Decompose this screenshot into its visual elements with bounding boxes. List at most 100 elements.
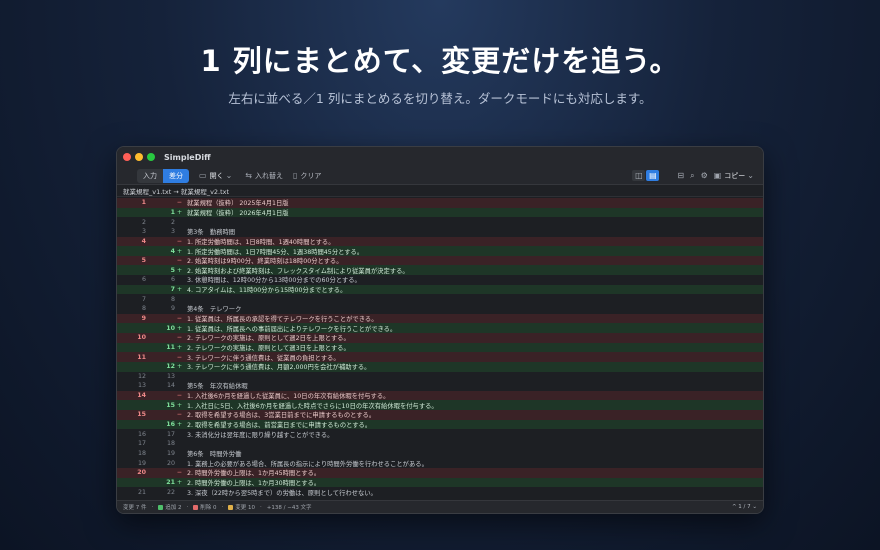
- diff-row-added[interactable]: 10 +1. 従業員は、所属長への事前届出によりテレワークを行うことができる。: [117, 323, 763, 333]
- diff-row-context[interactable]: 17 18: [117, 439, 763, 449]
- open-button[interactable]: ▭ 開く ⌄: [199, 171, 235, 181]
- change-marker: +: [176, 324, 183, 332]
- change-marker: +: [176, 363, 183, 371]
- modified-swatch: [228, 504, 234, 510]
- diff-row-deleted[interactable]: 9 −1. 従業員は、所属長の承認を得てテレワークを行うことができる。: [117, 313, 763, 324]
- left-line-number: 14: [137, 392, 146, 400]
- line-text: 1. 従業員は、所属長の承認を得てテレワークを行うことができる。: [187, 316, 378, 323]
- minimize-window-button[interactable]: [135, 153, 143, 161]
- title-bar: SimpleDiff: [117, 147, 763, 167]
- change-marker: +: [176, 401, 183, 409]
- file-path-bar: 就業規程_v1.txt → 就業規程_v2.txt: [117, 185, 763, 197]
- diff-row-context[interactable]: 3 3 第3条 勤務時間: [117, 227, 763, 237]
- diff-row-added[interactable]: 11 +2. テレワークの実施は、原則として週3日を上限とする。: [117, 342, 763, 353]
- change-marker: −: [176, 257, 183, 265]
- line-text: 2. 取得を希望する場合は、3営業日前までに申請するものとする。: [187, 412, 376, 420]
- zoom-window-button[interactable]: [147, 153, 155, 161]
- left-line-number: 17: [137, 440, 146, 448]
- diff-row-deleted[interactable]: 10 −2. テレワークの実施は、原則として週2日を上限とする。: [117, 332, 763, 343]
- change-marker: +: [176, 247, 183, 255]
- line-text: 2. 取得を希望する場合は、前営業日までに申請するものとする。: [187, 422, 372, 430]
- change-marker: −: [176, 411, 183, 419]
- right-line-number: 9: [170, 305, 175, 313]
- line-text: 3. 深夜（22時から翌5時まで）の労働は、原則として行わせない。: [187, 489, 377, 497]
- diff-row-deleted[interactable]: 14 −1. 入社後6か月を経過した従業員に、10日の年次有給休暇を付与する。: [117, 390, 763, 401]
- diff-row-context[interactable]: 12 13: [117, 372, 763, 382]
- left-line-number: 6: [141, 276, 146, 284]
- diff-row-context[interactable]: 13 14 第5条 年次有給休暇: [117, 381, 763, 391]
- diff-row-added[interactable]: 12 +3. テレワークに伴う通信費は、月額2,000円を会社が補助する。: [117, 361, 763, 372]
- left-line-number: 16: [137, 430, 146, 438]
- diff-row-added[interactable]: 7 +4. コアタイムは、11時00分から15時00分までとする。: [117, 284, 763, 295]
- diff-row-added[interactable]: 5 +2. 始業時刻および終業時刻は、フレックスタイム制により従業員が決定する。: [117, 265, 763, 276]
- line-text: 第5条 年次有給休暇: [187, 383, 248, 391]
- deleted-count: 削除 0: [200, 505, 217, 511]
- clear-button[interactable]: ▯ クリア: [293, 171, 321, 181]
- trash-icon: ▯: [292, 171, 298, 180]
- layout-icon[interactable]: ⊟: [677, 171, 684, 180]
- diff-row-context[interactable]: 18 19 第6条 時間外労働: [117, 449, 763, 459]
- line-text: 4. コアタイムは、11時00分から15時00分までとする。: [187, 287, 347, 295]
- diff-row-added[interactable]: 1 + 就業規程（抜粋） 2026年4月1日版: [117, 207, 763, 218]
- diff-row-added[interactable]: 15 +1. 入社日に5日、入社後6か月を経過した時点でさらに10日の年次有給休暇…: [117, 400, 763, 411]
- gear-icon[interactable]: ⚙: [701, 171, 708, 180]
- left-line-number: 21: [137, 488, 146, 496]
- split-view-icon[interactable]: ◫: [632, 170, 646, 181]
- line-text: 2. 時間外労働の上限は、1か月45時間とする。: [187, 470, 321, 478]
- left-line-number: 15: [137, 411, 146, 419]
- swap-button[interactable]: ⇆ 入れ替え: [245, 171, 283, 181]
- tab-diff[interactable]: 差分: [163, 168, 189, 183]
- change-marker: −: [176, 469, 183, 477]
- copy-button[interactable]: ▣ コピー ⌄: [714, 171, 757, 181]
- search-icon[interactable]: ⌕: [690, 171, 694, 181]
- diff-row-deleted[interactable]: 1 − 就業規程（抜粋） 2025年4月1日版: [117, 198, 763, 208]
- left-line-number: 3: [141, 228, 146, 236]
- open-label: 開く: [209, 171, 224, 180]
- diff-view[interactable]: 1− 就業規程（抜粋） 2025年4月1日版 1 + 就業規程（抜粋） 2026年4月1…: [117, 197, 763, 501]
- change-pager[interactable]: ^ 1 / 7 ⌄: [732, 504, 757, 510]
- left-line-number: 8: [141, 305, 146, 313]
- diff-row-context[interactable]: 6 6 3. 休憩時間は、12時00分から13時00分までの60分とする。: [117, 275, 763, 285]
- diff-row-context[interactable]: 78: [117, 294, 763, 304]
- diff-row-added[interactable]: 16 +2. 取得を希望する場合は、前営業日までに申請するものとする。: [117, 419, 763, 430]
- hero-title: 1 列にまとめて、変更だけを追う。: [200, 44, 680, 78]
- clipboard-icon: ▣: [713, 171, 722, 180]
- added-swatch: [158, 504, 164, 510]
- right-line-number: 17: [166, 430, 175, 438]
- left-line-number: 10: [137, 334, 146, 342]
- folder-icon: ▭: [199, 171, 207, 180]
- left-line-number: 19: [137, 459, 146, 467]
- right-line-number: 4: [170, 247, 175, 255]
- change-marker: +: [176, 208, 183, 216]
- diff-row-deleted[interactable]: 20 −2. 時間外労働の上限は、1か月45時間とする。: [117, 467, 763, 478]
- diff-row-deleted[interactable]: 11 −3. テレワークに伴う通信費は、従業員の負担とする。: [117, 352, 763, 362]
- diff-row-deleted[interactable]: 4 −1. 所定労働時間は、1日8時間、1週40時間とする。: [117, 236, 763, 247]
- diff-row-deleted[interactable]: 5 −2. 始業時刻は9時00分、終業時刻は18時00分とする。: [117, 255, 763, 266]
- right-line-number: 10: [166, 324, 175, 332]
- swap-icon: ⇆: [245, 171, 252, 180]
- line-text: 3. テレワークに伴う通信費は、月額2,000円を会社が補助する。: [187, 364, 371, 372]
- close-window-button[interactable]: [123, 153, 131, 161]
- unified-view-icon[interactable]: ▤: [646, 170, 660, 181]
- chevron-down-icon: ⌄: [747, 171, 754, 180]
- change-marker: −: [176, 392, 183, 400]
- line-text: 就業規程（抜粋） 2025年4月1日版: [187, 200, 289, 208]
- char-diff-count: +138 / −43 文字: [266, 505, 312, 511]
- diff-row-deleted[interactable]: 15 −2. 取得を希望する場合は、3営業日前までに申請するものとする。: [117, 410, 763, 420]
- diff-row-context[interactable]: 19 20 1. 業務上の必要がある場合、所属長の指示により時間外労働を行わせること…: [117, 458, 763, 468]
- diff-row-context[interactable]: 8 9 第4条 テレワーク: [117, 304, 763, 314]
- right-line-number: 5: [170, 266, 175, 274]
- line-text: 第6条 時間外労働: [187, 450, 242, 458]
- diff-row-added[interactable]: 21 +2. 時間外労働の上限は、1か月30時間とする。: [117, 477, 763, 488]
- line-text: 第4条 テレワーク: [187, 306, 242, 314]
- line-text: 1. 従業員は、所属長への事前届出によりテレワークを行うことができる。: [187, 325, 397, 333]
- right-line-number: 19: [166, 449, 175, 457]
- tab-input[interactable]: 入力: [137, 168, 163, 183]
- diff-row-context[interactable]: 16 17 3. 未消化分は翌年度に限り繰り越すことができる。: [117, 429, 763, 439]
- added-count: 追加 2: [165, 505, 182, 511]
- file-path: 就業規程_v1.txt → 就業規程_v2.txt: [123, 187, 230, 196]
- line-text: 1. 所定労働時間は、1日8時間、1週40時間とする。: [187, 238, 335, 246]
- diff-row-context[interactable]: 22: [117, 217, 763, 227]
- diff-row-context[interactable]: 21 22 3. 深夜（22時から翌5時まで）の労働は、原則として行わせない。: [117, 487, 763, 497]
- diff-row-added[interactable]: 4 +1. 所定労働時間は、1日7時間45分、1週38時間45分とする。: [117, 246, 763, 256]
